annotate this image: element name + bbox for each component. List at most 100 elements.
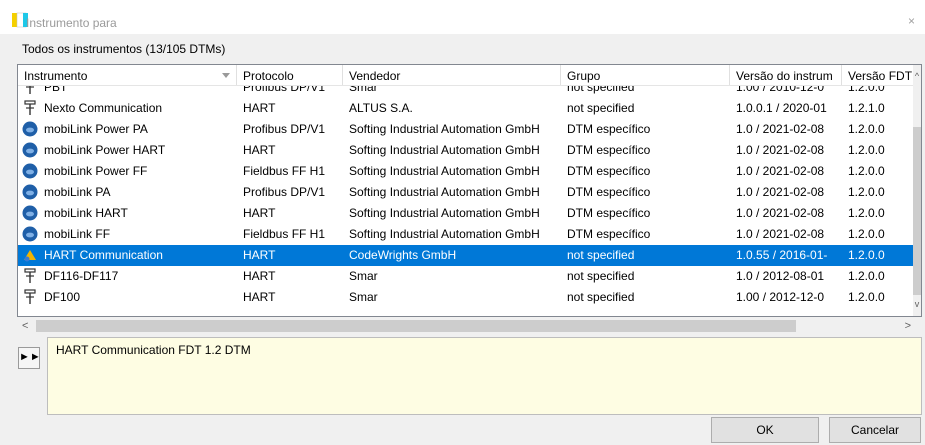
cell-text: 1.2.0.0 xyxy=(848,185,885,199)
cell-text: mobiLink Power FF xyxy=(44,164,148,178)
cell-instrument-version: 1.0 / 2012-08-01 xyxy=(730,266,842,287)
cell-instrument-version: 1.0 / 2021-02-08 xyxy=(730,203,842,224)
cell-protocol: HART xyxy=(237,287,343,308)
cell-instrument-version: 1.0.55 / 2016-01- xyxy=(730,245,842,266)
cell-fdt-version: 1.2.0.0 xyxy=(842,161,915,182)
column-header-instrument[interactable]: Instrumento xyxy=(18,65,237,85)
table-header: Instrumento Protocolo Vendedor Grupo Ver… xyxy=(18,65,921,86)
table-row[interactable]: HART Communication HART CodeWrights GmbH no… xyxy=(18,245,915,266)
cell-text: Smar xyxy=(349,86,378,94)
cell-vendor: Smar xyxy=(343,86,561,98)
cell-fdt-version: 1.2.0.0 xyxy=(842,140,915,161)
ok-button[interactable]: OK xyxy=(711,417,819,443)
cell-text: mobiLink Power PA xyxy=(44,122,148,136)
table-row[interactable]: PBT Profibus DP/V1 Smar not specified 1.00 /… xyxy=(18,86,915,98)
cell-text: 1.0 / 2021-02-08 xyxy=(736,227,825,241)
table-row[interactable]: mobiLink FF Fieldbus FF H1 Softing Industr… xyxy=(18,224,915,245)
cell-text: not specified xyxy=(567,269,635,283)
cell-text: Softing Industrial Automation GmbH xyxy=(349,122,540,136)
cell-text: HART xyxy=(243,206,276,220)
cell-fdt-version: 1.2.0.0 xyxy=(842,224,915,245)
table-row[interactable]: mobiLink Power PA Profibus DP/V1 Softing I… xyxy=(18,119,915,140)
cell-instrument-version: 1.0 / 2021-02-08 xyxy=(730,140,842,161)
cell-fdt-version: 1.2.0.0 xyxy=(842,182,915,203)
table-row[interactable]: mobiLink PA Profibus DP/V1 Softing Industr… xyxy=(18,182,915,203)
cell-text: 1.2.0.0 xyxy=(848,269,885,283)
cell-vendor: Softing Industrial Automation GmbH xyxy=(343,203,561,224)
cell-text: not specified xyxy=(567,86,635,94)
vertical-scroll-thumb[interactable] xyxy=(913,127,921,295)
cell-instrument: mobiLink HART xyxy=(18,203,237,224)
cell-vendor: Softing Industrial Automation GmbH xyxy=(343,182,561,203)
cell-vendor: CodeWrights GmbH xyxy=(343,245,561,266)
cell-instrument-version: 1.00 / 2010-12-0 xyxy=(730,86,842,98)
expand-description-button[interactable]: ►► xyxy=(18,347,41,369)
sort-dropdown-icon[interactable] xyxy=(222,73,230,78)
horizontal-scrollbar[interactable]: < > xyxy=(18,318,915,334)
cell-text: Smar xyxy=(349,290,378,304)
cell-instrument-version: 1.0 / 2021-02-08 xyxy=(730,161,842,182)
softing-device-icon xyxy=(22,184,38,200)
table-row[interactable]: mobiLink HART HART Softing Industrial Auto… xyxy=(18,203,915,224)
cell-fdt-version: 1.2.1.0 xyxy=(842,98,915,119)
column-header-instrument-version[interactable]: Versão do instrum xyxy=(730,65,842,85)
cell-group: not specified xyxy=(561,266,730,287)
scroll-right-icon[interactable]: > xyxy=(905,318,911,334)
cell-protocol: Profibus DP/V1 xyxy=(237,86,343,98)
cell-text: 1.0 / 2021-02-08 xyxy=(736,164,825,178)
cell-text: DTM específico xyxy=(567,185,651,199)
cell-instrument: DF100 xyxy=(18,287,237,308)
cell-text: Fieldbus FF H1 xyxy=(243,164,326,178)
table-row[interactable]: mobiLink Power HART HART Softing Industria… xyxy=(18,140,915,161)
cell-group: DTM específico xyxy=(561,224,730,245)
cell-group: not specified xyxy=(561,86,730,98)
cell-text: 1.0 / 2021-02-08 xyxy=(736,122,825,136)
softing-device-icon xyxy=(22,163,38,179)
cell-protocol: Fieldbus FF H1 xyxy=(237,161,343,182)
vertical-scrollbar[interactable]: ^ v xyxy=(913,65,921,316)
table-body: PBT Profibus DP/V1 Smar not specified 1.00 /… xyxy=(18,86,915,316)
description-panel: HART Communication FDT 1.2 DTM xyxy=(47,337,922,415)
cell-instrument: Nexto Communication xyxy=(18,98,237,119)
column-header-fdt-version[interactable]: Versão FDT xyxy=(842,65,915,85)
cell-text: mobiLink Power HART xyxy=(44,143,166,157)
cell-instrument: DF116-DF117 xyxy=(18,266,237,287)
cancel-button[interactable]: Cancelar xyxy=(829,417,921,443)
cell-text: not specified xyxy=(567,101,635,115)
cell-text: HART xyxy=(243,290,276,304)
column-header-group[interactable]: Grupo xyxy=(561,65,730,85)
table-row[interactable]: Nexto Communication HART ALTUS S.A. not spe… xyxy=(18,98,915,119)
column-header-vendor[interactable]: Vendedor xyxy=(343,65,561,85)
cell-instrument-version: 1.0 / 2021-02-08 xyxy=(730,224,842,245)
cell-text: HART xyxy=(243,269,276,283)
scroll-down-icon[interactable]: v xyxy=(913,299,921,309)
cell-vendor: Softing Industrial Automation GmbH xyxy=(343,224,561,245)
cell-text: Softing Industrial Automation GmbH xyxy=(349,185,540,199)
softing-device-icon xyxy=(22,205,38,221)
cell-text: CodeWrights GmbH xyxy=(349,248,457,262)
cell-text: 1.2.1.0 xyxy=(848,101,885,115)
table-row[interactable]: DF116-DF117 HART Smar not specified 1.0 / 20… xyxy=(18,266,915,287)
cell-group: not specified xyxy=(561,98,730,119)
cell-text: DF116-DF117 xyxy=(44,269,119,283)
instrument-table[interactable]: Instrumento Protocolo Vendedor Grupo Ver… xyxy=(17,64,922,317)
table-row[interactable]: mobiLink Power FF Fieldbus FF H1 Softing I… xyxy=(18,161,915,182)
cell-text: DTM específico xyxy=(567,164,651,178)
cell-text: DTM específico xyxy=(567,206,651,220)
table-row[interactable]: DF100 HART Smar not specified 1.00 / 2012-12… xyxy=(18,287,915,308)
window-title: Instrumento para xyxy=(26,16,117,30)
softing-device-icon xyxy=(22,142,38,158)
cell-text: 1.2.0.0 xyxy=(848,86,885,94)
cell-text: 1.00 / 2010-12-0 xyxy=(736,86,825,94)
scroll-left-icon[interactable]: < xyxy=(22,318,28,334)
horizontal-scroll-thumb[interactable] xyxy=(36,320,796,332)
cell-text: 1.0 / 2021-02-08 xyxy=(736,185,825,199)
cell-instrument: mobiLink FF xyxy=(18,224,237,245)
cell-group: DTM específico xyxy=(561,140,730,161)
cell-text: mobiLink HART xyxy=(44,206,128,220)
close-icon[interactable]: × xyxy=(908,14,915,28)
scroll-up-icon[interactable]: ^ xyxy=(913,71,921,81)
cell-text: Fieldbus FF H1 xyxy=(243,227,326,241)
column-header-protocol[interactable]: Protocolo xyxy=(237,65,343,85)
cell-text: ALTUS S.A. xyxy=(349,101,413,115)
